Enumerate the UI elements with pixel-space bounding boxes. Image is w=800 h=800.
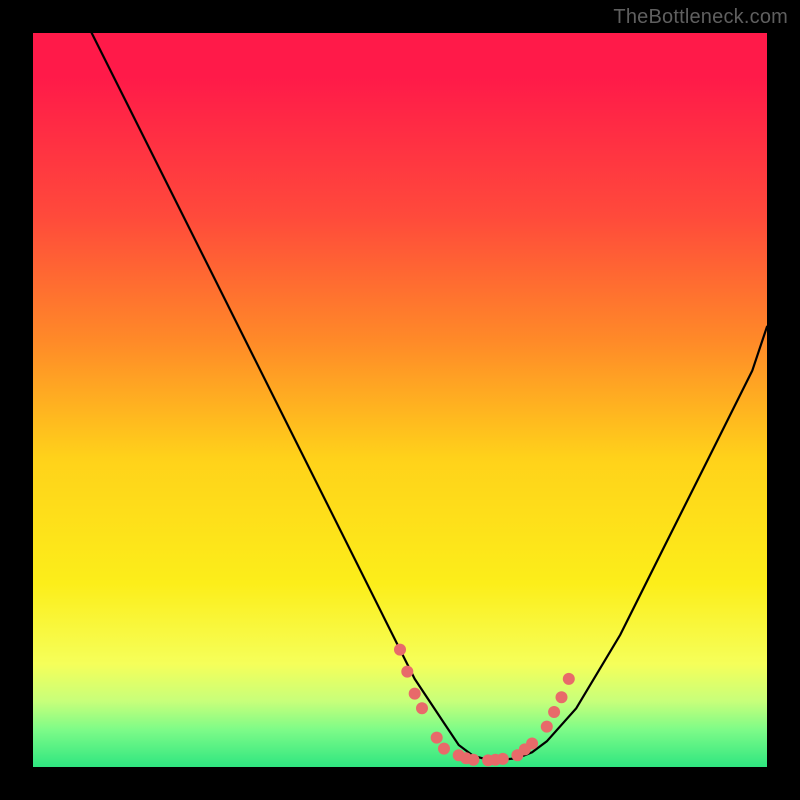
marker-dot xyxy=(563,673,575,685)
marker-dot xyxy=(497,753,509,765)
marker-dot xyxy=(467,754,479,766)
marker-dot xyxy=(431,732,443,744)
marker-dot xyxy=(526,738,538,750)
chart-stage: TheBottleneck.com xyxy=(0,0,800,800)
marker-dot xyxy=(556,691,568,703)
marker-dot xyxy=(541,721,553,733)
curve-layer xyxy=(33,33,767,767)
plot-area xyxy=(33,33,767,767)
watermark-text: TheBottleneck.com xyxy=(613,6,788,29)
marker-dot xyxy=(416,702,428,714)
marker-dot xyxy=(394,644,406,656)
marker-dot xyxy=(401,666,413,678)
marker-dots xyxy=(394,644,575,767)
marker-dot xyxy=(409,688,421,700)
marker-dot xyxy=(548,706,560,718)
bottleneck-curve xyxy=(92,33,767,760)
marker-dot xyxy=(438,743,450,755)
